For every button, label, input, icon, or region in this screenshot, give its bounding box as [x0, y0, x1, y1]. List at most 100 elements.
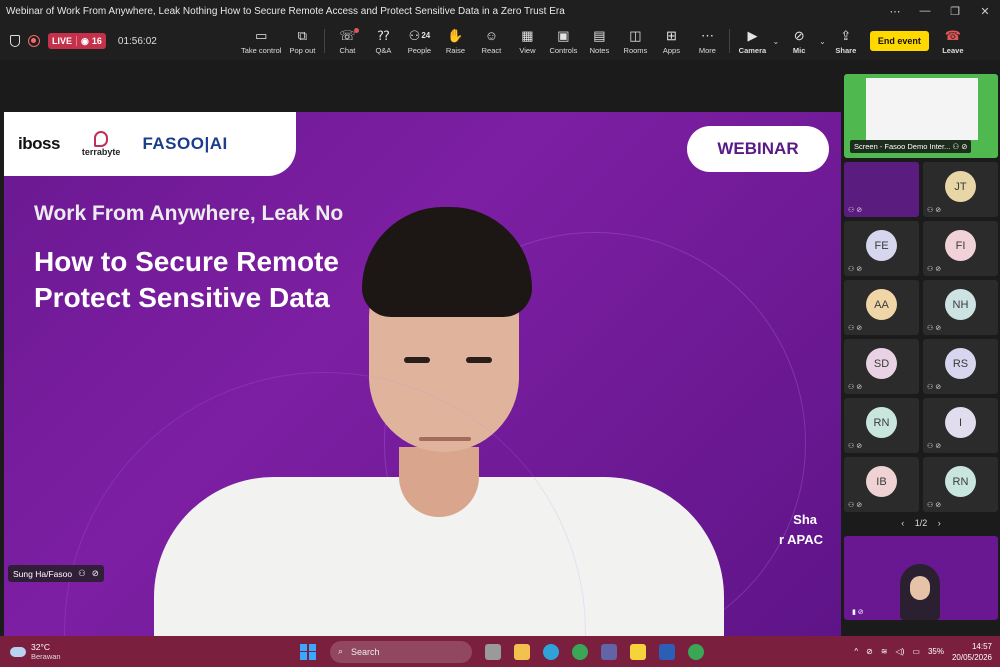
battery-percent: 35% — [927, 647, 944, 656]
participant-tile[interactable]: SD ⚇ ⊘ — [844, 339, 919, 394]
leave-button[interactable]: ☎ Leave — [935, 22, 971, 60]
rooms-button[interactable]: ◫ Rooms — [617, 22, 653, 60]
react-button[interactable]: ☺ React — [473, 22, 509, 60]
teams-icon[interactable] — [601, 643, 617, 660]
take-control-label: Take control — [241, 45, 282, 55]
live-badge[interactable]: LIVE ◉ 16 — [48, 33, 106, 49]
presenter-name: Sung Ha/Fasoo — [13, 568, 73, 579]
participant-tile[interactable]: RS ⚇ ⊘ — [923, 339, 998, 394]
chrome-profile-icon[interactable] — [688, 643, 704, 660]
apps-button[interactable]: ⊞ Apps — [653, 22, 689, 60]
camera-options-chevron-icon[interactable]: ⌄ — [772, 37, 779, 46]
windows-taskbar: 32°C Berawan ⌕ Search ^ ⊘ ≋ ◁) ▭ 35% 14:… — [0, 636, 1000, 667]
chat-label: Chat — [339, 45, 356, 55]
cloud-icon — [10, 646, 26, 657]
pop-out-icon: ⧉ — [297, 27, 308, 43]
windows-start-icon[interactable] — [300, 643, 316, 660]
mic-muted-icon: ⊘ — [793, 27, 805, 43]
raise-label: Raise — [445, 45, 466, 55]
people-button[interactable]: ⚇ 24 People — [401, 22, 437, 60]
end-event-button[interactable]: End event — [869, 31, 929, 51]
file-explorer-icon[interactable] — [514, 643, 530, 660]
battery-icon[interactable]: ▭ — [912, 647, 920, 656]
mic-muted-tray-icon[interactable]: ⊘ — [866, 647, 873, 656]
mic-muted-icon: ⚇ ⊘ — [848, 443, 863, 450]
next-page-icon[interactable]: › — [938, 518, 941, 528]
participant-panel: Screen - Fasoo Demo Inter... ⚇ ⊘ ⚇ ⊘ JT ⚇ … — [842, 60, 1000, 636]
system-tray: ^ ⊘ ≋ ◁) ▭ 35% 14:57 20/05/2026 — [854, 636, 992, 667]
mic-muted-icon: ⚇ ⊘ — [848, 207, 863, 214]
wifi-icon[interactable]: ≋ — [881, 647, 888, 656]
mic-muted-icon: ⚇ ⊘ — [927, 384, 942, 391]
participant-tile[interactable]: AA ⚇ ⊘ — [844, 280, 919, 335]
close-button[interactable]: ✕ — [970, 5, 1000, 18]
clock-time: 14:57 — [971, 641, 992, 651]
share-button[interactable]: ⇪ Share — [828, 22, 864, 60]
apps-icon: ⊞ — [665, 27, 677, 43]
mic-button[interactable]: ⊘ Mic — [781, 22, 817, 60]
avatar: JT — [945, 171, 976, 202]
word-icon[interactable] — [659, 643, 675, 660]
participant-tile[interactable]: JT ⚇ ⊘ — [923, 162, 998, 217]
camera-icon: ▶ — [747, 27, 758, 43]
controls-button[interactable]: ▣ Controls — [545, 22, 581, 60]
mic-muted-icon: ⚇ ⊘ — [927, 325, 942, 332]
camera-label: Camera — [738, 45, 767, 55]
shield-icon[interactable] — [10, 35, 20, 47]
presenter-mouth — [419, 437, 471, 441]
toolbar-divider — [324, 29, 326, 53]
mic-muted-icon: ⚇ ⊘ — [927, 266, 942, 273]
main-stage[interactable]: iboss terrabyte FASOO|AI WEBINAR Work Fr… — [0, 60, 842, 642]
participant-tile[interactable]: IB ⚇ ⊘ — [844, 457, 919, 512]
take-control-button[interactable]: ▭ Take control — [238, 22, 284, 60]
qa-button[interactable]: ⁇ Q&A — [365, 22, 401, 60]
title-bar: Webinar of Work From Anywhere, Leak Noth… — [0, 0, 1000, 22]
notes-icon: ▤ — [593, 27, 606, 43]
mic-options-chevron-icon[interactable]: ⌄ — [819, 37, 826, 46]
search-placeholder: Search — [351, 646, 380, 657]
maximize-button[interactable]: ❐ — [940, 5, 970, 18]
clock[interactable]: 14:57 20/05/2026 — [952, 641, 992, 663]
minimize-button[interactable]: — — [910, 5, 940, 17]
avatar: RN — [866, 407, 897, 438]
more-button[interactable]: ⋯ More — [689, 22, 725, 60]
screen-share-tile[interactable]: Screen - Fasoo Demo Inter... ⚇ ⊘ — [844, 74, 998, 158]
signal-icon: ▮ ⊘ — [852, 609, 864, 616]
eye-icon: ◉ — [81, 35, 89, 46]
more-window-options-button[interactable]: ⋯ — [880, 5, 910, 18]
camera-button[interactable]: ▶ Camera — [734, 22, 770, 60]
page-indicator: 1/2 — [914, 518, 928, 528]
participant-tile[interactable]: FE ⚇ ⊘ — [844, 221, 919, 276]
edge-icon[interactable] — [543, 643, 559, 660]
presenter-shirt — [154, 477, 724, 642]
weather-widget[interactable]: 32°C Berawan — [0, 642, 300, 661]
previous-page-icon[interactable]: ‹ — [901, 518, 904, 528]
notes-button[interactable]: ▤ Notes — [581, 22, 617, 60]
take-control-icon: ▭ — [255, 27, 268, 43]
participant-tile[interactable]: RN ⚇ ⊘ — [923, 457, 998, 512]
raise-hand-button[interactable]: ✋ Raise — [437, 22, 473, 60]
participant-tile[interactable]: FI ⚇ ⊘ — [923, 221, 998, 276]
task-view-icon[interactable] — [485, 643, 501, 660]
sponsor-logos: iboss terrabyte FASOO|AI — [4, 112, 296, 176]
chevron-up-icon[interactable]: ^ — [854, 647, 858, 656]
toolbar-divider — [729, 29, 731, 53]
controls-icon: ▣ — [557, 27, 570, 43]
phone-hangup-icon: ☎ — [944, 27, 961, 43]
sticky-notes-icon[interactable] — [630, 643, 646, 660]
search-icon: ⌕ — [338, 646, 344, 656]
self-view-tile[interactable]: ▮ ⊘ — [844, 536, 998, 620]
chat-button[interactable]: ☏ Chat — [329, 22, 365, 60]
participant-tile[interactable]: NH ⚇ ⊘ — [923, 280, 998, 335]
chrome-icon[interactable] — [572, 643, 588, 660]
recording-icon[interactable] — [28, 35, 40, 47]
live-label: LIVE — [48, 36, 78, 46]
volume-icon[interactable]: ◁) — [896, 647, 905, 656]
taskbar-search[interactable]: ⌕ Search — [330, 640, 472, 663]
pop-out-button[interactable]: ⧉ Pop out — [284, 22, 320, 60]
presenter-eye — [466, 357, 492, 363]
participant-tile[interactable]: ⚇ ⊘ — [844, 162, 919, 217]
participant-tile[interactable]: RN ⚇ ⊘ — [844, 398, 919, 453]
participant-tile[interactable]: I ⚇ ⊘ — [923, 398, 998, 453]
view-button[interactable]: ▦ View — [509, 22, 545, 60]
